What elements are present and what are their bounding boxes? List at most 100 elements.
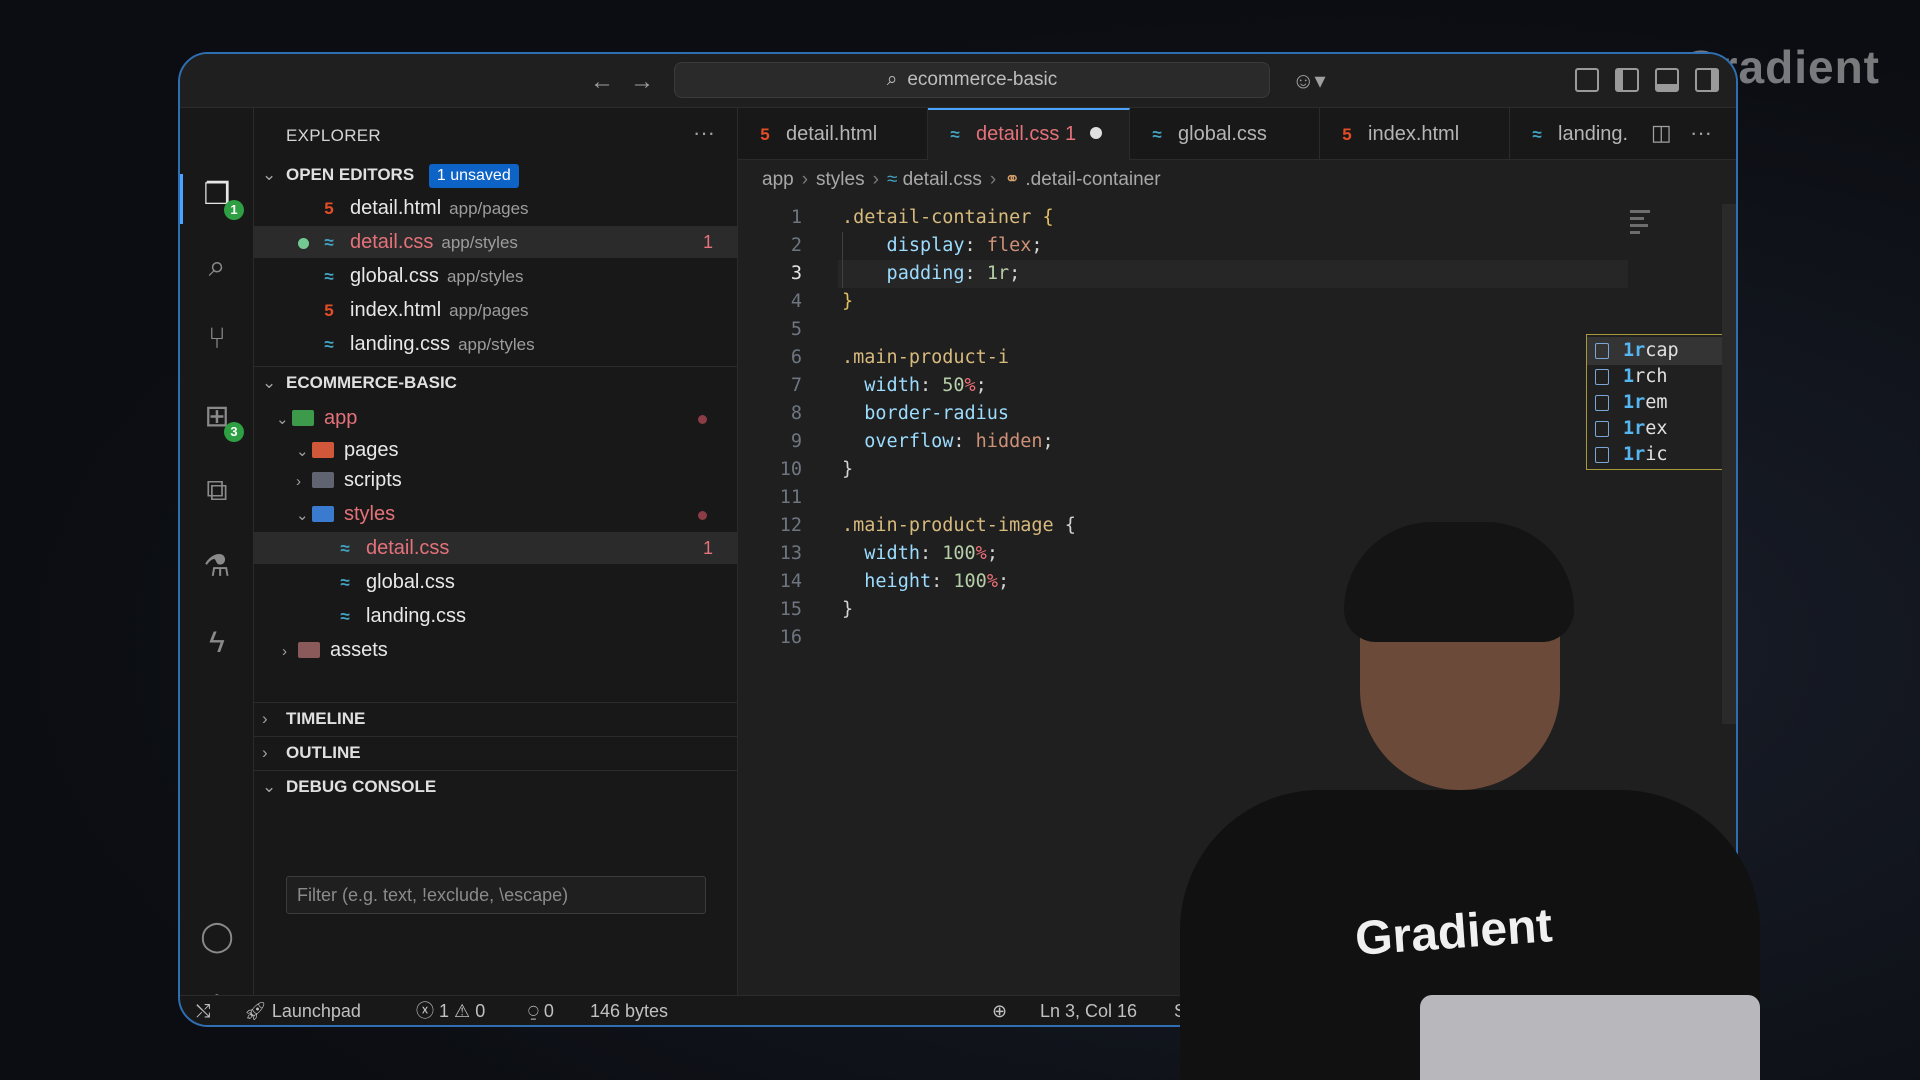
css-file-icon: ≈ (1152, 125, 1162, 144)
customize-layout-icon[interactable] (1575, 68, 1599, 92)
warning-icon: ⚠ (454, 1001, 476, 1021)
suggestion-match: 1r (1623, 418, 1646, 439)
project-title: ECOMMERCE-BASIC (286, 373, 457, 392)
launchpad-item[interactable]: 🚀︎ Launchpad (244, 996, 361, 1025)
tree-folder-styles[interactable]: ⌄ styles (254, 498, 737, 530)
minimap[interactable] (1630, 210, 1670, 250)
chevron-down-icon: ⌄ (262, 165, 277, 184)
tab-index-html[interactable]: 5 index.html (1320, 108, 1510, 160)
suggest-widget: 1rcap 1rch 1rem 1rex 1ric (1586, 334, 1736, 470)
debug-filter-input[interactable]: Filter (e.g. text, !exclude, \escape) (286, 876, 706, 914)
copilot-icon[interactable]: ☺▾ (1292, 68, 1326, 94)
code-token: .detail-container (842, 207, 1043, 228)
activity-bar: ❐1 ⌕ ⑂ ⊞3 ⧉ ⚗ ϟ ◯ ⚙1 (180, 108, 254, 1025)
toggle-secondary-sidebar-icon[interactable] (1695, 68, 1719, 92)
line-content: .main-product-i (842, 344, 1009, 372)
forward-arrow-icon[interactable]: → (630, 68, 654, 96)
open-editors-title: OPEN EDITORS (286, 165, 415, 184)
css-file-icon: ≈ (340, 607, 350, 626)
unit-icon (1595, 447, 1609, 463)
css-file-icon: ≈ (340, 539, 350, 558)
back-arrow-icon[interactable]: ← (590, 68, 614, 96)
ports-item[interactable]: ⍜ 0 (528, 996, 554, 1025)
open-editor-item-active[interactable]: ≈ detail.css app/styles 1 (254, 226, 737, 258)
more-actions-icon[interactable]: ··· (693, 120, 715, 146)
chevron-right-icon: › (296, 473, 301, 490)
open-editor-item[interactable]: 5 detail.html app/pages (254, 192, 737, 224)
toggle-sidebar-icon[interactable] (1615, 68, 1639, 92)
line-content: .main-product-image { (842, 512, 1076, 540)
suggestion-item[interactable]: 1rcap (1587, 337, 1736, 365)
split-editor-icon[interactable]: ◫ (1651, 120, 1672, 145)
line-content: width: 50%; (842, 372, 987, 400)
breadcrumb-item[interactable]: detail.css (903, 169, 982, 190)
tree-file-landing-css[interactable]: ≈ landing.css (254, 600, 737, 632)
breadcrumb-item[interactable]: .detail-container (1025, 169, 1160, 190)
tree-folder-pages[interactable]: ⌄ pages (254, 434, 737, 466)
code-token: hidden (975, 431, 1043, 452)
breadcrumb-item[interactable]: app (762, 169, 794, 190)
extensions-icon[interactable]: ⊞ 3 (198, 398, 244, 442)
thunder-client-icon[interactable]: ϟ (198, 624, 236, 662)
suggestion-item[interactable]: 1rem (1587, 389, 1736, 417)
unsaved-dot[interactable] (1090, 127, 1103, 139)
toggle-panel-icon[interactable] (1655, 68, 1679, 92)
tree-file-detail-css[interactable]: ≈ detail.css 1 (254, 532, 737, 564)
source-control-icon[interactable]: ⑂ (198, 320, 236, 358)
cursor-position[interactable]: Ln 3, Col 16 (1040, 996, 1137, 1025)
remote-indicator-icon[interactable]: ⤭ (196, 996, 210, 1025)
account-icon[interactable]: ◯ (198, 918, 236, 956)
suggestion-item[interactable]: 1rex (1587, 415, 1736, 443)
open-editor-item[interactable]: ≈ landing.css app/styles (254, 328, 737, 360)
line-number: 4 (790, 291, 802, 312)
open-editor-item[interactable]: 5 index.html app/pages (254, 294, 737, 326)
folder-icon (312, 442, 334, 458)
file-path: app/styles (441, 233, 518, 252)
explorer-icon[interactable]: ❐ 1 (198, 176, 244, 220)
timeline-header[interactable]: › TIMELINE (254, 704, 737, 734)
css-file-icon: ≈ (340, 573, 350, 592)
suggestion-item[interactable]: 1ric (1587, 441, 1736, 469)
code-token: 50 (942, 375, 965, 396)
extensions-badge: 3 (224, 422, 244, 442)
tree-folder-scripts[interactable]: › scripts (254, 464, 737, 496)
tab-global-css[interactable]: ≈ global.css (1130, 108, 1320, 160)
code-token: % (975, 543, 987, 564)
folder-name: assets (330, 639, 388, 661)
open-editors-header[interactable]: ⌄ OPEN EDITORS 1 unsaved (254, 160, 737, 190)
explorer-badge: 1 (224, 200, 244, 220)
command-center[interactable]: ⌕ ecommerce-basic (674, 62, 1270, 98)
project-header[interactable]: ⌄ ECOMMERCE-BASIC (254, 368, 737, 398)
more-actions-icon[interactable]: ··· (1690, 120, 1712, 145)
open-editor-item[interactable]: ≈ global.css app/styles (254, 260, 737, 292)
folder-icon (312, 506, 334, 522)
search-icon[interactable]: ⌕ (198, 248, 236, 286)
zoom-icon[interactable]: ⊕ (992, 996, 1007, 1025)
tree-folder-app[interactable]: ⌄ app (254, 402, 737, 434)
testing-icon[interactable]: ⚗ (198, 548, 236, 586)
file-name: landing.css (350, 333, 451, 355)
tab-detail-css[interactable]: ≈ detail.css 1 (928, 108, 1130, 160)
tab-detail-html[interactable]: 5 detail.html (738, 108, 928, 160)
timeline-title: TIMELINE (286, 709, 366, 728)
file-name: detail.css (366, 537, 450, 559)
file-size: 146 bytes (590, 1001, 669, 1021)
section-divider (254, 736, 737, 737)
tree-folder-assets[interactable]: › assets (254, 634, 737, 666)
line-content: } (842, 456, 853, 484)
code-token: width (842, 543, 920, 564)
tree-file-global-css[interactable]: ≈ global.css (254, 566, 737, 598)
code-token: overflow (842, 431, 954, 452)
problems-item[interactable]: ⓧ 1 ⚠ 0 (416, 996, 485, 1025)
suggestion-item[interactable]: 1rch (1587, 363, 1736, 391)
code-token: } (842, 291, 854, 312)
modified-dot (698, 415, 707, 424)
debug-console-header[interactable]: ⌄ DEBUG CONSOLE (254, 772, 737, 802)
line-content: padding: 1r; (842, 260, 1021, 288)
outline-header[interactable]: › OUTLINE (254, 738, 737, 768)
breadcrumb-item[interactable]: styles (816, 169, 865, 190)
suggestion-rest: ex (1645, 418, 1668, 439)
remote-explorer-icon[interactable]: ⧉ (198, 472, 236, 510)
tab-landing-css[interactable]: ≈ landing. (1510, 108, 1650, 160)
tab-label: index.html (1368, 123, 1460, 145)
